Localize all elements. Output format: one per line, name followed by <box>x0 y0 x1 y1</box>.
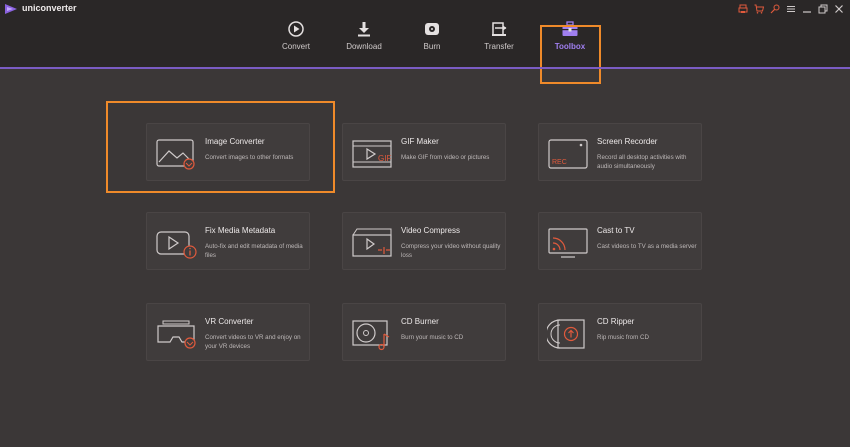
tool-card-gif-maker[interactable]: GIF GIF Maker Make GIF from video or pic… <box>342 123 506 181</box>
gif-maker-icon: GIF <box>352 140 392 168</box>
cast-tv-icon <box>548 228 588 258</box>
tool-card-video-compress[interactable]: Video Compress Compress your video witho… <box>342 212 506 270</box>
tool-description: Make GIF from video or pictures <box>401 154 490 161</box>
app-logo-icon <box>5 4 17 14</box>
nav-download[interactable]: Download <box>334 20 394 64</box>
tool-title: VR Converter <box>205 317 254 326</box>
tool-description: Rip music from CD <box>597 334 649 341</box>
transfer-icon <box>492 22 507 36</box>
vr-converter-icon <box>157 320 196 349</box>
tool-description: Compress your video without quality loss <box>401 243 501 259</box>
tool-description: Burn your music to CD <box>401 334 464 341</box>
svg-text:GIF: GIF <box>378 154 391 163</box>
tool-description: Auto-fix and edit metadata of media file… <box>205 243 303 259</box>
app-window: uniconverter Convert Download Burn Trans… <box>0 0 850 447</box>
svg-text:REC: REC <box>552 159 567 166</box>
tool-title: Screen Recorder <box>597 137 658 146</box>
nav-transfer[interactable]: Transfer <box>469 20 529 64</box>
menu-icon[interactable] <box>786 4 796 14</box>
key-icon[interactable] <box>770 4 780 14</box>
nav-convert-label: Convert <box>281 42 310 51</box>
tool-title: CD Burner <box>401 317 439 326</box>
image-converter-highlight <box>106 101 335 193</box>
close-icon[interactable] <box>834 4 844 14</box>
burn-icon <box>425 23 439 35</box>
convert-icon <box>288 21 304 37</box>
nav-convert[interactable]: Convert <box>266 20 326 64</box>
fix-metadata-icon <box>156 231 197 259</box>
restore-icon[interactable] <box>818 4 828 14</box>
tool-title: Video Compress <box>401 226 460 235</box>
minimize-icon[interactable] <box>802 4 812 14</box>
tool-card-vr-converter[interactable]: VR Converter Convert videos to VR and en… <box>146 303 310 361</box>
tool-title: GIF Maker <box>401 137 439 146</box>
tool-title: CD Ripper <box>597 317 635 326</box>
window-controls <box>738 2 844 16</box>
nav-burn-label: Burn <box>423 42 441 51</box>
top-nav: Convert Download Burn Transfer Toolbox <box>0 18 850 84</box>
tool-card-cd-ripper[interactable]: CD Ripper Rip music from CD <box>538 303 702 361</box>
app-title: uniconverter <box>22 3 77 13</box>
cd-burner-icon <box>352 320 390 351</box>
nav-transfer-label: Transfer <box>484 42 514 51</box>
tool-description: Convert videos to VR and enjoy on your V… <box>205 334 301 350</box>
tool-card-fix-media-metadata[interactable]: Fix Media Metadata Auto-fix and edit met… <box>146 212 310 270</box>
video-compress-icon <box>352 228 392 257</box>
nav-download-label: Download <box>346 42 382 51</box>
tool-card-cast-to-tv[interactable]: Cast to TV Cast videos to TV as a media … <box>538 212 702 270</box>
title-bar: uniconverter <box>0 0 850 18</box>
download-icon <box>358 22 370 37</box>
printer-icon[interactable] <box>738 4 748 14</box>
tool-title: Fix Media Metadata <box>205 226 276 235</box>
toolbox-grid: Image Converter Convert images to other … <box>0 69 850 447</box>
tool-card-cd-burner[interactable]: CD Burner Burn your music to CD <box>342 303 506 361</box>
tool-description: Record all desktop activities with audio… <box>597 154 687 170</box>
cart-icon[interactable] <box>754 4 764 14</box>
nav-burn[interactable]: Burn <box>402 20 462 64</box>
cd-ripper-icon <box>547 319 585 349</box>
tool-description: Cast videos to TV as a media server <box>597 243 697 250</box>
tool-title: Cast to TV <box>597 226 635 235</box>
screen-recorder-icon: REC <box>548 139 588 169</box>
tool-card-screen-recorder[interactable]: REC Screen Recorder Record all desktop a… <box>538 123 702 181</box>
